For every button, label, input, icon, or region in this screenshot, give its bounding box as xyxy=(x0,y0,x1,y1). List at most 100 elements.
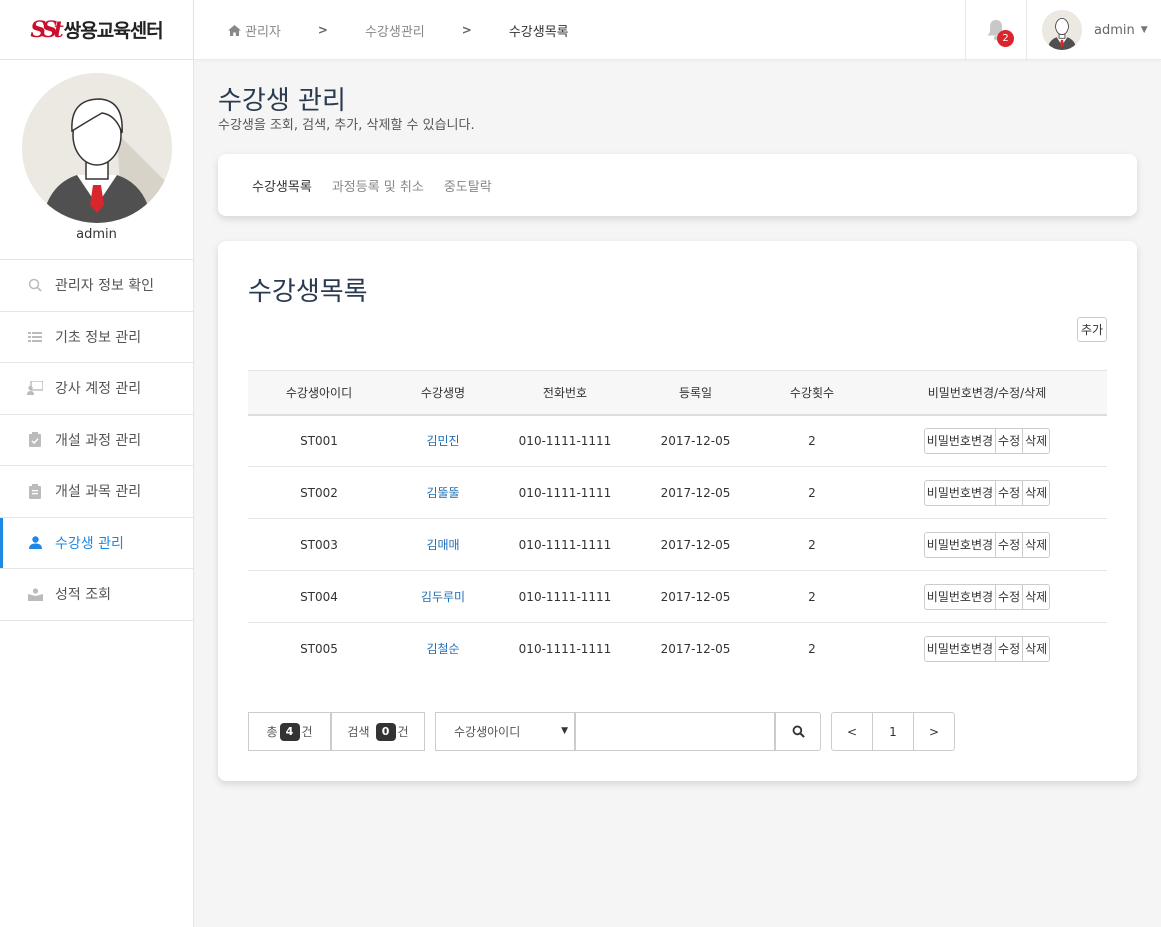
table-header-row: 수강생아이디 수강생명 전화번호 등록일 수강횟수 비밀번호변경/수정/삭제 xyxy=(248,370,1107,415)
sidebar-item-grade-view[interactable]: 성적 조회 xyxy=(0,569,193,621)
edit-button[interactable]: 수정 xyxy=(995,479,1024,506)
change-password-button[interactable]: 비밀번호변경 xyxy=(923,427,997,454)
student-id-cell: ST004 xyxy=(300,589,338,604)
pagination: < 1 > xyxy=(831,712,955,751)
delete-button[interactable]: 삭제 xyxy=(1022,531,1051,558)
search-count-box: 검색 0 건 xyxy=(331,712,425,751)
registration-date-cell: 2017-12-05 xyxy=(660,537,731,552)
home-icon xyxy=(228,24,241,36)
table-row: ST005 김철순 010-1111-1111 2017-12-05 2 비밀번호변경 수정… xyxy=(248,623,1107,675)
delete-button[interactable]: 삭제 xyxy=(1022,479,1051,506)
column-header[interactable]: 등록일 xyxy=(634,371,757,415)
edit-button[interactable]: 수정 xyxy=(995,427,1024,454)
notification-badge: 2 xyxy=(997,30,1014,47)
change-password-button[interactable]: 비밀번호변경 xyxy=(923,583,997,610)
sidebar-item-admin-info[interactable]: 관리자 정보 확인 xyxy=(0,260,193,312)
tab-student-list[interactable]: 수강생목록 xyxy=(252,176,312,195)
row-actions: 비밀번호변경 수정 삭제 xyxy=(923,531,1051,558)
registration-date-cell: 2017-12-05 xyxy=(660,485,731,500)
brand-logo[interactable]: SSt 쌍용교육센터 xyxy=(0,0,193,60)
student-table: 수강생아이디 수강생명 전화번호 등록일 수강횟수 비밀번호변경/수정/삭제 S… xyxy=(248,370,1107,675)
caret-down-icon: ▼ xyxy=(1140,25,1148,35)
phone-cell: 010-1111-1111 xyxy=(518,589,612,604)
column-header[interactable]: 수강생명 xyxy=(390,371,496,415)
phone-cell: 010-1111-1111 xyxy=(518,485,612,500)
notifications-button[interactable]: 2 xyxy=(965,0,1027,60)
search-button[interactable] xyxy=(775,712,821,751)
edit-button[interactable]: 수정 xyxy=(995,583,1024,610)
change-password-button[interactable]: 비밀번호변경 xyxy=(923,531,997,558)
chevron-right-icon: > xyxy=(317,23,328,37)
edit-button[interactable]: 수정 xyxy=(995,531,1024,558)
next-page-button[interactable]: > xyxy=(913,712,955,751)
row-actions: 비밀번호변경 수정 삭제 xyxy=(923,635,1051,662)
sidebar-item-teacher-account[interactable]: 강사 계정 관리 xyxy=(0,363,193,415)
search-input[interactable] xyxy=(575,712,775,751)
delete-button[interactable]: 삭제 xyxy=(1022,635,1051,662)
student-name-link[interactable]: 김철순 xyxy=(426,642,459,656)
phone-cell: 010-1111-1111 xyxy=(518,641,612,656)
change-password-button[interactable]: 비밀번호변경 xyxy=(923,479,997,506)
topbar: 관리자 > 수강생관리 > 수강생목록 2 admin ▼ xyxy=(194,0,1161,60)
phone-cell: 010-1111-1111 xyxy=(518,433,612,448)
sidebar-item-basic-info[interactable]: 기초 정보 관리 xyxy=(0,312,193,363)
column-header[interactable]: 전화번호 xyxy=(496,371,634,415)
student-name-cell: 김뚤뚤 xyxy=(390,467,496,519)
breadcrumb-home[interactable]: 관리자 xyxy=(228,21,281,40)
breadcrumb-current: 수강생목록 xyxy=(508,24,569,40)
table-row: ST004 김두루미 010-1111-1111 2017-12-05 2 비밀번호변경 수… xyxy=(248,571,1107,623)
search-suffix: 건 xyxy=(397,725,409,739)
registration-date-cell: 2017-12-05 xyxy=(660,589,731,604)
sidebar-item-label: 관리자 정보 확인 xyxy=(55,278,155,295)
tab-course-registration[interactable]: 과정등록 및 취소 xyxy=(332,176,424,195)
list-icon xyxy=(27,329,43,345)
sidebar-item-subject-manage[interactable]: 개설 과목 관리 xyxy=(0,466,193,518)
row-actions: 비밀번호변경 수정 삭제 xyxy=(923,479,1051,506)
add-button[interactable]: 추가 xyxy=(1077,317,1107,342)
search-field-select[interactable]: 수강생아이디 ▼ xyxy=(435,712,575,751)
clipboard-icon xyxy=(27,483,43,499)
prev-page-button[interactable]: < xyxy=(831,712,873,751)
delete-button[interactable]: 삭제 xyxy=(1022,427,1051,454)
sidebar-item-label: 개설 과목 관리 xyxy=(55,484,142,501)
breadcrumb: 관리자 > 수강생관리 > 수강생목록 xyxy=(228,0,569,60)
course-count-cell: 2 xyxy=(808,433,816,448)
row-actions: 비밀번호변경 수정 삭제 xyxy=(923,583,1051,610)
profile-panel: admin xyxy=(0,60,193,260)
registration-date-cell: 2017-12-05 xyxy=(660,641,731,656)
change-password-button[interactable]: 비밀번호변경 xyxy=(923,635,997,662)
table-row: ST003 김매매 010-1111-1111 2017-12-05 2 비밀번호변경 수정… xyxy=(248,519,1107,571)
avatar xyxy=(21,73,172,223)
course-count-cell: 2 xyxy=(808,641,816,656)
edit-button[interactable]: 수정 xyxy=(995,635,1024,662)
total-count-badge: 4 xyxy=(279,722,300,741)
student-name-cell: 김민진 xyxy=(390,415,496,467)
sidebar-item-label: 개설 과정 관리 xyxy=(55,432,142,449)
sidebar-item-label: 수강생 관리 xyxy=(55,535,124,552)
sidebar-item-course-manage[interactable]: 개설 과정 관리 xyxy=(0,415,193,466)
column-header[interactable]: 수강횟수 xyxy=(757,371,867,415)
teacher-icon xyxy=(27,380,43,396)
student-id-cell: ST002 xyxy=(300,485,338,500)
actions-cell: 비밀번호변경 수정 삭제 xyxy=(867,415,1107,467)
page-subtitle: 수강생을 조회, 검색, 추가, 삭제할 수 있습니다. xyxy=(218,118,475,133)
profile-name: admin xyxy=(76,227,117,242)
breadcrumb-item[interactable]: 수강생관리 xyxy=(365,21,425,40)
avatar xyxy=(1042,10,1082,50)
sidebar-item-label: 기초 정보 관리 xyxy=(55,329,142,346)
page-button[interactable]: 1 xyxy=(872,712,914,751)
student-name-link[interactable]: 김민진 xyxy=(426,434,459,448)
user-menu[interactable]: admin ▼ xyxy=(1042,0,1148,60)
tab-dropout[interactable]: 중도탈락 xyxy=(444,176,492,195)
student-name-link[interactable]: 김뚤뚤 xyxy=(426,486,459,500)
table-row: ST001 김민진 010-1111-1111 2017-12-05 2 비밀번호변경 수정… xyxy=(248,415,1107,467)
student-name-link[interactable]: 김두루미 xyxy=(421,590,465,604)
student-name-link[interactable]: 김매매 xyxy=(426,538,459,552)
student-id-cell: ST001 xyxy=(300,433,338,448)
grade-icon xyxy=(27,586,43,602)
brand-mark: SSt xyxy=(30,16,64,43)
delete-button[interactable]: 삭제 xyxy=(1022,583,1051,610)
course-count-cell: 2 xyxy=(808,485,816,500)
sidebar-item-student-manage[interactable]: 수강생 관리 xyxy=(0,517,193,569)
column-header[interactable]: 수강생아이디 xyxy=(248,371,390,415)
